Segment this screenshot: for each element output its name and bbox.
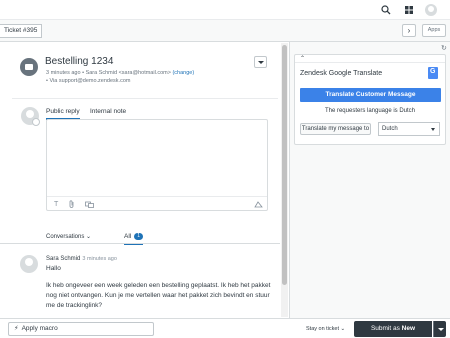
author-avatar [20,255,38,273]
editor-toolbar: T [47,196,267,211]
apply-macro-button[interactable]: ⚡ Apply macro [8,322,154,336]
message-time: 3 minutes ago [82,256,117,262]
next-button[interactable]: › [402,24,416,37]
submit-button[interactable]: Submit as New [354,321,432,337]
grid-icon[interactable] [404,5,414,15]
apps-button[interactable]: Apps [422,24,446,37]
message-author: Sara Schmid 3 minutes ago [46,256,117,262]
ticket-meta: 3 minutes ago • Sara Schmid <sara@hotmai… [46,70,195,76]
ticket-subject[interactable]: Bestelling 1234 [45,56,113,67]
scrollbar[interactable] [281,43,288,317]
reply-editor[interactable]: T [46,119,268,211]
app-header: ⌃ [295,55,445,63]
all-count-badge: 1 [134,233,144,240]
translate-customer-message-button[interactable]: Translate Customer Message [300,88,441,102]
message-body: Ik heb ongeveer een week geleden een bes… [46,282,271,309]
chevron-down-icon [431,128,435,131]
scrollbar-thumb[interactable] [282,45,287,285]
google-translate-app: ⌃ Zendesk Google Translate Translate Cus… [294,54,446,145]
via-text: Via support@demo.zendesk.com [49,78,131,84]
lightning-icon: ⚡ [14,325,19,332]
tab-internal-note[interactable]: Internal note [90,108,126,115]
footer-bar: ⚡ Apply macro Stay on ticket ⌄ Submit as … [0,318,450,338]
expand-icon[interactable] [254,201,263,208]
refresh-icon[interactable]: ↻ [441,44,447,52]
ticket-options-dropdown[interactable] [254,56,267,68]
divider [0,243,280,244]
translate-my-message-button[interactable]: Translate my message to [300,123,371,135]
link-icon[interactable] [85,201,94,208]
stay-on-ticket-dropdown[interactable]: Stay on ticket ⌄ [306,326,345,332]
requester-language: The requesters language is Dutch [324,108,416,114]
language-select[interactable]: Dutch [378,122,440,136]
change-requester-link[interactable]: (change) [172,70,194,76]
collapse-icon[interactable]: ⌃ [300,55,305,63]
text-format-icon[interactable]: T [54,201,58,208]
divider [12,98,278,99]
via-line: • Via support@demo.zendesk.com [46,78,131,84]
conversations-filter[interactable]: Conversations ⌄ [46,233,91,240]
ticket-tab[interactable]: Ticket #395 [0,24,43,38]
ticket-time: 3 minutes ago [46,70,81,76]
message-greeting: Hallo [46,265,61,272]
attachment-icon[interactable] [69,200,75,208]
app-title: Zendesk Google Translate [300,70,383,77]
email-channel-icon [20,58,38,76]
submit-options-button[interactable] [433,321,446,337]
requester: Sara Schmid <sara@hotmail.com> [85,70,171,76]
agent-badge-icon [32,118,40,126]
top-bar [0,0,450,20]
google-translate-logo-icon [428,67,438,79]
search-icon[interactable] [381,5,391,15]
tab-row: Ticket #395 › Apps [0,20,450,42]
user-avatar[interactable] [425,4,437,16]
